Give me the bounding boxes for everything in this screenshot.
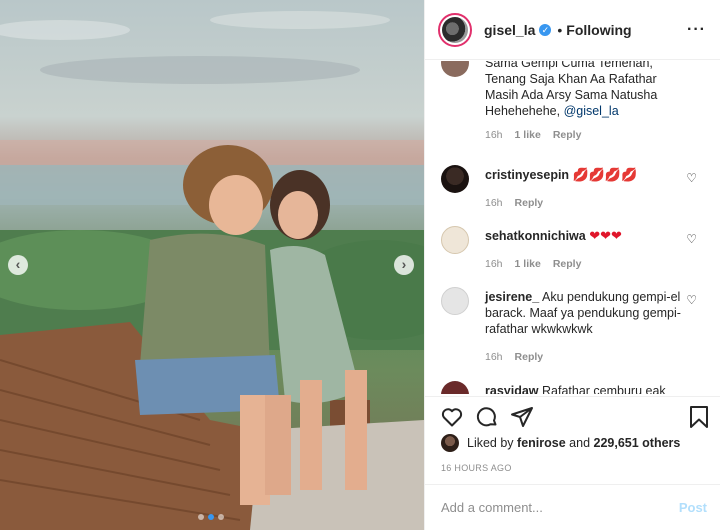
- author-avatar[interactable]: [438, 12, 472, 47]
- reply-button[interactable]: Reply: [553, 127, 582, 143]
- commenter-avatar[interactable]: [441, 165, 469, 193]
- reply-button[interactable]: Reply: [515, 195, 544, 211]
- comment-text: 💋💋💋💋: [572, 167, 638, 182]
- verified-badge-icon: ✓: [539, 23, 552, 36]
- carousel-dot-active: [208, 514, 214, 520]
- bookmark-icon[interactable]: [688, 405, 710, 429]
- likes-prefix: Liked by: [467, 436, 514, 450]
- reply-button[interactable]: Reply: [553, 256, 582, 272]
- more-options-icon[interactable]: ···: [687, 21, 706, 39]
- header-separator: •: [557, 21, 563, 38]
- comment-time[interactable]: 16h: [485, 127, 503, 143]
- commenter-avatar[interactable]: [441, 226, 469, 254]
- carousel-prev-button[interactable]: ‹: [8, 255, 28, 275]
- comment-likes[interactable]: 1 like: [515, 127, 541, 143]
- likes-and: and: [569, 436, 591, 450]
- post-header: gisel_la ✓ • Following ···: [425, 0, 720, 60]
- post-side-panel: gisel_la ✓ • Following ··· Sama Gempi Cu…: [424, 0, 720, 530]
- post-photo: ‹ ›: [0, 0, 424, 530]
- share-icon[interactable]: [510, 405, 534, 429]
- likes-summary: Liked by fenirose and 229,651 others: [441, 434, 680, 452]
- carousel-dot: [198, 514, 204, 520]
- post-comment-button[interactable]: Post: [679, 500, 707, 515]
- comment-body: jesirene_ Aku pendukung gempi-el barack.…: [485, 289, 685, 365]
- comment-body: rasyidaw Rafathar cemburu eak: [485, 383, 685, 394]
- heart-icon[interactable]: ♡: [686, 293, 697, 307]
- comment-meta: 16h 1 like Reply: [485, 256, 685, 272]
- comment-body: cristinyesepin 💋💋💋💋 16h Reply: [485, 167, 685, 211]
- comment-time[interactable]: 16h: [485, 195, 503, 211]
- comment-likes[interactable]: 1 like: [515, 256, 541, 272]
- carousel-dot: [218, 514, 224, 520]
- commenter-username[interactable]: jesirene_: [485, 290, 539, 304]
- liker-avatar[interactable]: [441, 434, 459, 452]
- caption-fragment: Sama Gempi Cuma Temenan, Tenang Saja Kha…: [441, 61, 675, 143]
- post-actions: [425, 396, 720, 434]
- comments-list[interactable]: Sama Gempi Cuma Temenan, Tenang Saja Kha…: [425, 61, 720, 394]
- comment-body: sehatkonnichiwa ❤❤❤ 16h 1 like Reply: [485, 228, 685, 272]
- comment-icon[interactable]: [475, 405, 499, 429]
- comment-time[interactable]: 16h: [485, 256, 503, 272]
- commenter-username[interactable]: rasyidaw: [485, 384, 539, 394]
- photo-illustration: [0, 11, 424, 530]
- carousel-dots: [198, 514, 224, 520]
- mention-link[interactable]: @gisel_la: [564, 104, 619, 118]
- comment-text: Rafathar cemburu eak: [542, 384, 666, 394]
- heart-icon[interactable]: ♡: [686, 171, 697, 185]
- likes-count[interactable]: 229,651 others: [594, 436, 681, 450]
- commenter-username[interactable]: cristinyesepin: [485, 168, 569, 182]
- comment-time[interactable]: 16h: [485, 349, 503, 365]
- comment-text: ❤❤❤: [589, 228, 622, 243]
- liker-username[interactable]: fenirose: [517, 436, 566, 450]
- comment-meta: 16h Reply: [485, 195, 685, 211]
- author-username[interactable]: gisel_la: [484, 22, 535, 38]
- heart-icon[interactable]: ♡: [686, 232, 697, 246]
- carousel-next-button[interactable]: ›: [394, 255, 414, 275]
- caption-avatar[interactable]: [441, 61, 469, 77]
- reply-button[interactable]: Reply: [515, 349, 544, 365]
- commenter-avatar[interactable]: [441, 287, 469, 315]
- following-button[interactable]: Following: [566, 22, 631, 38]
- caption-meta: 16h 1 like Reply: [485, 127, 675, 143]
- comment-meta: 16h Reply: [485, 349, 685, 365]
- post-timestamp[interactable]: 16 HOURS AGO: [441, 463, 512, 473]
- heart-icon[interactable]: [440, 405, 464, 429]
- commenter-avatar[interactable]: [441, 381, 469, 394]
- add-comment-bar: Post: [425, 484, 720, 530]
- comment-input[interactable]: [441, 500, 679, 515]
- commenter-username[interactable]: sehatkonnichiwa: [485, 229, 586, 243]
